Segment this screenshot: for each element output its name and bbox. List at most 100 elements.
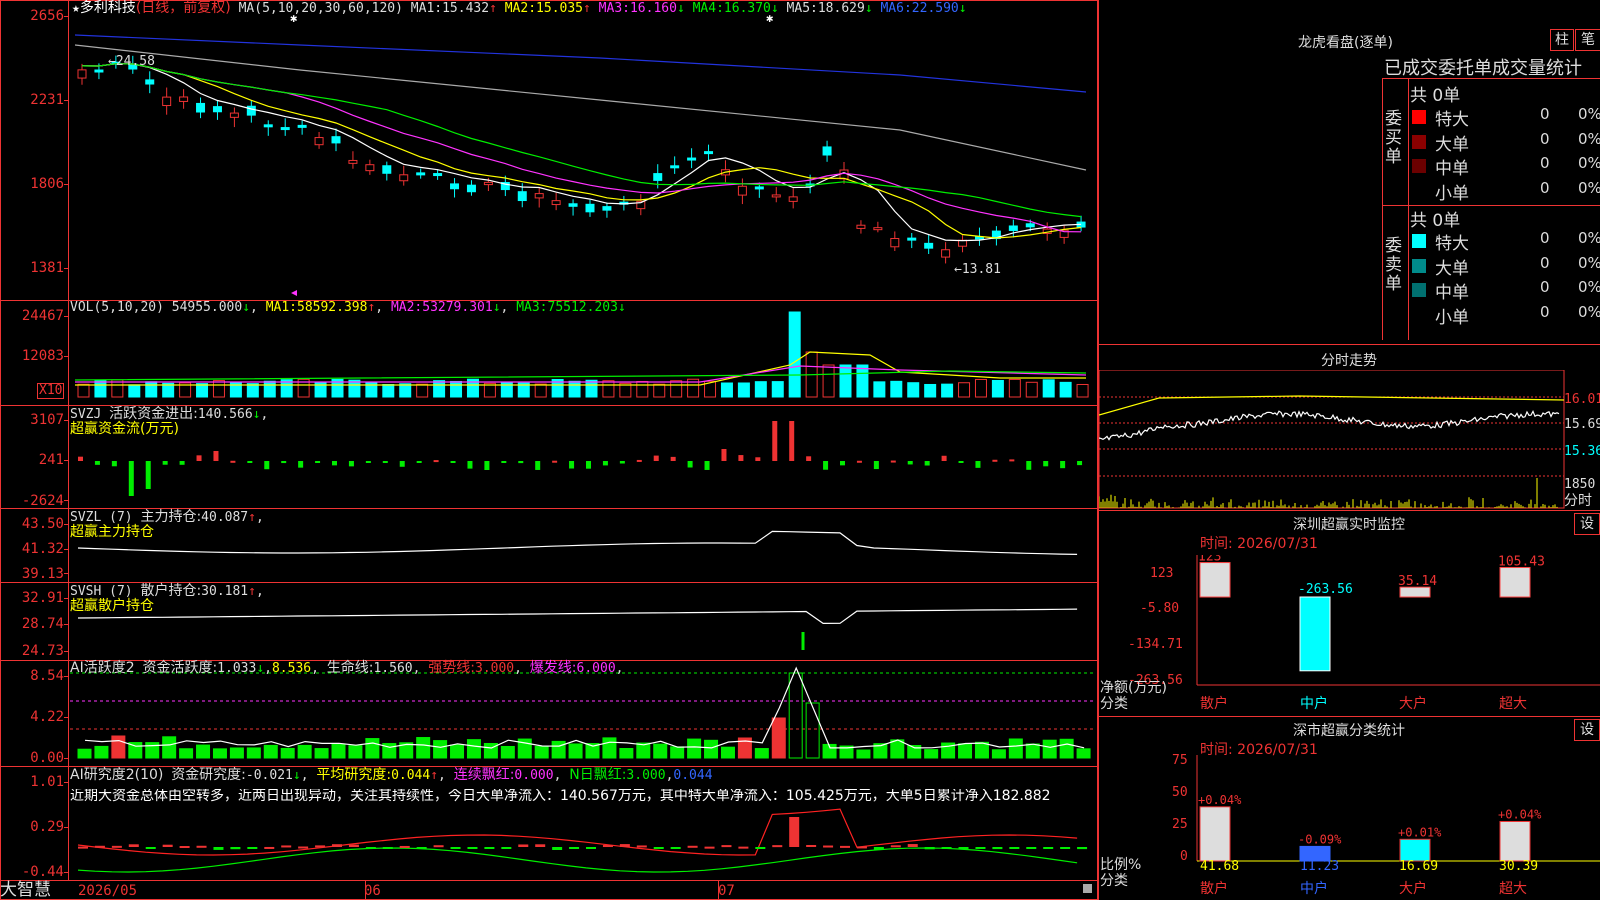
volume-bar: [568, 380, 581, 398]
monitor-unit: 净额(万元): [1100, 680, 1167, 696]
research-bar: [907, 844, 918, 847]
activity-bar: [263, 744, 278, 759]
ai2-avg-arrow: ↑: [430, 768, 439, 783]
volume-bar: [399, 383, 412, 398]
activity-bar: [416, 737, 431, 759]
vol-ma-line: [75, 351, 1086, 386]
vol-ma1-label: MA1:: [265, 300, 297, 315]
ai1-title[interactable]: AI活跃度2: [70, 660, 135, 676]
flow-bar: [247, 461, 253, 463]
frame: [0, 0, 1098, 900]
research-bar: [501, 847, 512, 849]
y-tick-ai2-1: 0.29: [30, 819, 64, 835]
flow-bar: [501, 461, 507, 463]
svzj-title[interactable]: SVZJ: [70, 407, 101, 422]
research-bar: [755, 847, 766, 849]
class-bar-散户: [1199, 806, 1231, 862]
ma6-arrow: ↓: [958, 1, 967, 16]
volume-bar: [1076, 383, 1089, 398]
svzl-title[interactable]: SVZL (7): [70, 510, 133, 525]
holding-line: [77, 530, 1078, 555]
candle-body: [585, 203, 595, 213]
flow-bar: [518, 461, 524, 464]
activity-bar: [77, 748, 92, 759]
ai2-cont-label: 连续飘红:: [453, 767, 515, 783]
svsh-title[interactable]: SVSH (7): [70, 584, 133, 599]
sell-row-xl-count: 0: [1540, 229, 1550, 247]
candle-body: [348, 159, 358, 164]
volume-bar: [907, 382, 920, 398]
candle-body: [331, 136, 341, 144]
monitor-cat-label: 分类: [1100, 696, 1128, 712]
volume-bar: [212, 380, 225, 398]
class-bar-pct: -0.09%: [1298, 832, 1342, 846]
ai2-avg-value: 0.044: [391, 768, 431, 783]
research-bar: [332, 844, 342, 847]
vol-title[interactable]: VOL(5,10,20): [70, 300, 164, 315]
research-bar: [840, 845, 850, 848]
candle-body: [416, 172, 426, 176]
stock-name[interactable]: 多利科技: [80, 0, 136, 16]
candle-body: [907, 237, 917, 241]
class-bar-pct: +0.04%: [1198, 793, 1242, 807]
svzj-arrow: ↓: [252, 407, 261, 422]
sell-row-xl-name: 特大: [1435, 234, 1469, 254]
activity-bar: [568, 743, 583, 759]
main-title-row: ★多利科技(日线，前复权) MA(5,10,20,30,60,120) MA1:…: [72, 1, 967, 16]
lock-icon[interactable]: [1083, 884, 1092, 893]
vol-unit-box: X10: [37, 383, 65, 399]
tick-view-button[interactable]: 笔: [1575, 29, 1600, 51]
candle-body: [890, 238, 900, 248]
activity-bar: [212, 748, 227, 759]
monitor-title[interactable]: 深圳超赢实时监控: [1098, 514, 1600, 534]
flow-bar: [1043, 461, 1049, 467]
brand-logo[interactable]: 大智慧: [0, 881, 51, 900]
class-cat-3: 超大: [1499, 881, 1527, 897]
candle-body: [873, 227, 883, 231]
candle-body: [517, 191, 527, 202]
flow-bar: [772, 421, 778, 461]
svzl-arrow: ↑: [248, 510, 256, 525]
flow-bar: [840, 461, 845, 466]
kline-chart-area[interactable]: ✱ ✱: [0, 0, 1098, 900]
activity-bar: [94, 745, 109, 759]
candle-body: [229, 112, 239, 118]
svzl-sub: 超赢主力持仓: [70, 524, 154, 540]
activity-bar: [551, 740, 566, 759]
research-bar: [789, 817, 800, 847]
ai1-line-label: 生命线:: [326, 660, 374, 676]
intraday-title[interactable]: 分时走势: [1098, 350, 1600, 370]
vol-header: VOL(5,10,20) 54955.000↓, MA1:58592.398↑,…: [70, 300, 626, 315]
activity-bar: [433, 740, 448, 759]
volume-bar: [1042, 379, 1055, 398]
candle-body: [670, 165, 680, 169]
svzj-label: 活跃资金进出:: [109, 406, 198, 422]
flow-bar: [1026, 461, 1032, 470]
volume-bar: [382, 383, 395, 398]
legend-buy-m: [1412, 159, 1426, 173]
bar-view-button[interactable]: 柱: [1550, 29, 1574, 51]
low-arrow: ←: [954, 262, 962, 277]
class-settings-button[interactable]: 设: [1574, 719, 1600, 741]
candle-body: [551, 200, 561, 206]
monitor-settings-button[interactable]: 设: [1574, 513, 1600, 535]
candle-body: [196, 102, 206, 113]
ai2-title[interactable]: AI研究度2(10): [70, 767, 163, 783]
flow-bar: [298, 461, 304, 468]
class-unit: 比例%: [1100, 857, 1142, 873]
activity-bar: [974, 741, 989, 759]
candle-body: [534, 193, 544, 199]
research-bar: [128, 844, 139, 847]
class-title[interactable]: 深市超赢分类统计: [1098, 720, 1600, 740]
research-bar: [873, 847, 884, 850]
candle-body: [568, 203, 578, 207]
activity-bar: [788, 672, 803, 759]
volume-bar: [873, 381, 886, 398]
flow-bar: [755, 457, 761, 461]
intraday-chart[interactable]: [1099, 370, 1600, 510]
activity-bar: [670, 746, 685, 759]
sell-row-xl-pct: 0%: [1578, 229, 1600, 247]
research-bar: [806, 844, 817, 847]
vol-ma3-label: MA3:: [516, 300, 548, 315]
ai1-burst-label: 爆发线:: [529, 660, 577, 676]
